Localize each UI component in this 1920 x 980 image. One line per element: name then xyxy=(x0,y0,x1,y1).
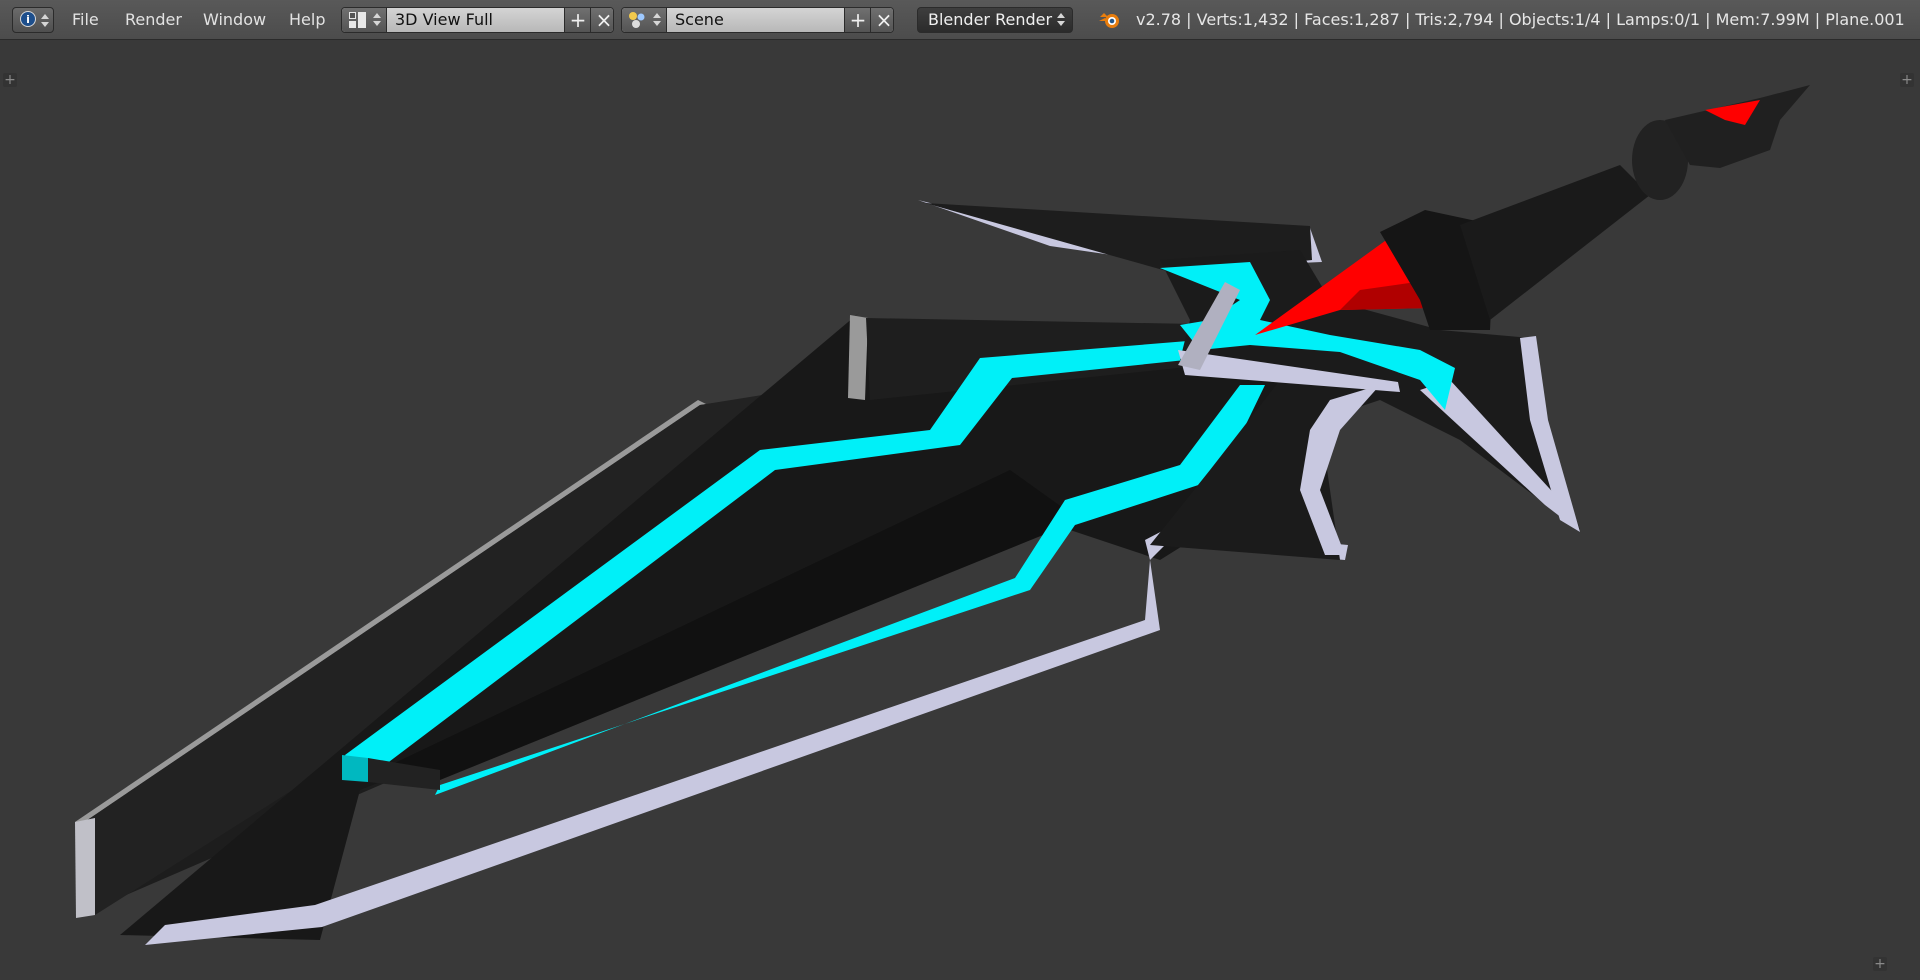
screen-layout-add-button[interactable]: + xyxy=(564,8,591,32)
sword-model[interactable] xyxy=(0,40,1920,980)
render-engine-label: Blender Render xyxy=(928,10,1053,29)
3d-viewport[interactable]: + + + xyxy=(0,40,1920,980)
updown-arrows-icon xyxy=(40,11,50,31)
scene-icon xyxy=(629,12,645,28)
screen-layout-selector[interactable] xyxy=(342,8,387,32)
scene-field[interactable]: Scene + × xyxy=(621,7,894,33)
info-header: i File Render Window Help 3D View Full +… xyxy=(0,0,1920,40)
screen-layout-name[interactable]: 3D View Full xyxy=(387,8,564,32)
editor-type-selector[interactable]: i xyxy=(12,7,54,33)
scene-name[interactable]: Scene xyxy=(667,8,844,32)
info-icon: i xyxy=(20,11,36,27)
screen-layout-remove-button[interactable]: × xyxy=(590,8,613,32)
handle-grip xyxy=(1460,165,1650,320)
menu-file[interactable]: File xyxy=(72,7,99,33)
scene-selector[interactable] xyxy=(622,8,667,32)
glow-strip-cap xyxy=(342,755,368,782)
blade-step-upper xyxy=(848,315,868,400)
menu-render[interactable]: Render xyxy=(125,7,182,33)
updown-arrows-icon xyxy=(652,10,662,30)
blade-left-tip-edge xyxy=(75,818,95,918)
scene-remove-button[interactable]: × xyxy=(870,8,893,32)
scene-statistics: v2.78 | Verts:1,432 | Faces:1,287 | Tris… xyxy=(1136,10,1905,29)
scene-add-button[interactable]: + xyxy=(844,8,871,32)
pommel xyxy=(1665,85,1810,168)
render-engine-select[interactable]: Blender Render xyxy=(917,7,1073,33)
menu-window[interactable]: Window xyxy=(203,7,266,33)
menu-help[interactable]: Help xyxy=(289,7,325,33)
updown-arrows-icon xyxy=(1056,10,1066,30)
screen-layout-icon xyxy=(349,12,366,28)
screen-layout-field[interactable]: 3D View Full + × xyxy=(341,7,614,33)
blender-logo-icon xyxy=(1099,13,1119,28)
updown-arrows-icon xyxy=(372,10,382,30)
